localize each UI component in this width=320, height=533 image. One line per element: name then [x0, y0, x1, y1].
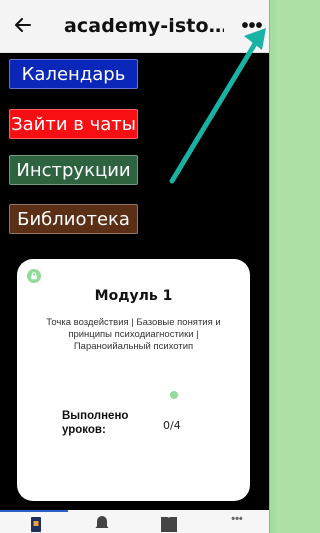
bell-icon	[95, 516, 109, 528]
book-icon	[161, 517, 177, 532]
active-tab-indicator	[0, 510, 68, 512]
instructions-button[interactable]: Инструкции	[9, 155, 138, 185]
tab-library[interactable]	[149, 514, 189, 533]
more-icon: •••	[231, 513, 243, 525]
back-button[interactable]	[12, 14, 34, 36]
home-icon	[31, 517, 41, 532]
tab-notifications[interactable]	[82, 514, 122, 533]
top-app-bar: academy-isto… •••	[0, 0, 269, 53]
progress-value: 0/4	[163, 419, 181, 432]
tab-home[interactable]	[16, 514, 56, 533]
page-title: academy-isto…	[64, 15, 224, 37]
status-dot	[170, 391, 178, 399]
calendar-button[interactable]: Календарь	[9, 59, 138, 89]
app-screen: academy-isto… ••• Календарь Зайти в чаты…	[0, 0, 269, 533]
lock-icon	[27, 269, 41, 283]
bottom-navigation: •••	[0, 510, 269, 533]
module-title: Модуль 1	[94, 288, 173, 304]
tab-more[interactable]: •••	[217, 514, 257, 533]
progress-label: Выполнено уроков:	[62, 410, 129, 436]
side-edge	[269, 0, 276, 533]
more-dots-icon: •••	[241, 15, 263, 37]
library-button[interactable]: Библиотека	[9, 204, 138, 234]
back-arrow-icon	[15, 18, 31, 32]
module-card[interactable]: Модуль 1 Точка воздействия | Базовые пон…	[17, 259, 250, 501]
module-description: Точка воздействия | Базовые понятия и пр…	[46, 317, 221, 352]
chats-button[interactable]: Зайти в чаты	[9, 109, 138, 139]
more-options-button[interactable]: •••	[241, 16, 263, 36]
